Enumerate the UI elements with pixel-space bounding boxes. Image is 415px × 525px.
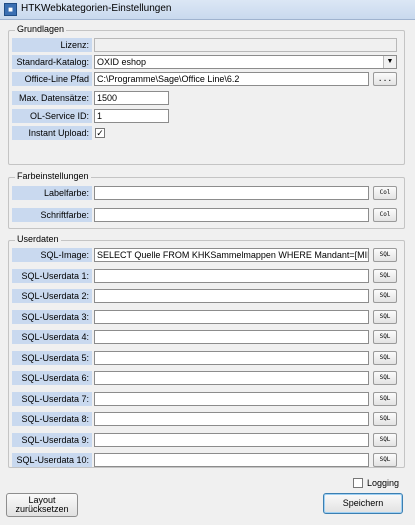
userdata-sql-button[interactable]: SQL [373, 310, 397, 324]
app-icon: ■ [4, 3, 17, 16]
userdata-label: SQL-Userdata 10: [12, 453, 92, 467]
userdata-label: SQL-Userdata 8: [12, 412, 92, 426]
katalog-value: OXID eshop [97, 57, 147, 67]
window-title: HTKWebkategorien-Einstellungen [21, 3, 172, 14]
userdata-sql-button[interactable]: SQL [373, 371, 397, 385]
schriftfarbe-input[interactable] [94, 208, 369, 222]
lizenz-label: Lizenz: [12, 38, 92, 52]
userdata-label: SQL-Userdata 3: [12, 310, 92, 324]
userdata-label: SQL-Userdata 7: [12, 392, 92, 406]
pfad-label: Office-Line Pfad [12, 72, 92, 86]
userdata-input[interactable] [94, 412, 369, 426]
userdata-input[interactable] [94, 453, 369, 467]
userdata-input[interactable] [94, 392, 369, 406]
logging-checkbox[interactable] [353, 478, 363, 488]
userdata-input[interactable] [94, 289, 369, 303]
labelfarbe-label: Labelfarbe: [12, 186, 92, 200]
userdata-sql-button[interactable]: SQL [373, 412, 397, 426]
layout-reset-line2: zurücksetzen [15, 504, 69, 514]
userdata-label: SQL-Userdata 4: [12, 330, 92, 344]
userdata-sql-button[interactable]: SQL [373, 289, 397, 303]
logging-label: Logging [367, 478, 400, 488]
instant-upload-checkbox[interactable]: ✓ [95, 128, 105, 138]
userdata-input[interactable] [94, 371, 369, 385]
userdata-sql-button[interactable]: SQL [373, 269, 397, 283]
max-datensaetze-input[interactable]: 1500 [94, 91, 169, 105]
userdata-label: SQL-Userdata 1: [12, 269, 92, 283]
userdata-sql-button[interactable]: SQL [373, 248, 397, 262]
labelfarbe-input[interactable] [94, 186, 369, 200]
title-bar: ■ HTKWebkategorien-Einstellungen [0, 0, 415, 20]
userdata-input[interactable] [94, 269, 369, 283]
userdata-label: SQL-Userdata 9: [12, 433, 92, 447]
lizenz-field [94, 38, 397, 52]
group-userdaten-legend: Userdaten [15, 234, 61, 244]
save-button[interactable]: Speichern [323, 493, 403, 514]
userdata-input[interactable] [94, 310, 369, 324]
service-id-label: OL-Service ID: [12, 109, 92, 123]
userdata-sql-button[interactable]: SQL [373, 392, 397, 406]
max-datensaetze-label: Max. Datensätze: [12, 91, 92, 105]
labelfarbe-color-button[interactable]: Col [373, 186, 397, 200]
userdata-label: SQL-Userdata 2: [12, 289, 92, 303]
userdata-label: SQL-Image: [12, 248, 92, 262]
schriftfarbe-label: Schriftfarbe: [12, 208, 92, 222]
userdata-sql-button[interactable]: SQL [373, 433, 397, 447]
group-grundlagen-legend: Grundlagen [15, 24, 67, 34]
userdata-label: SQL-Userdata 6: [12, 371, 92, 385]
group-farbeinstellungen-legend: Farbeinstellungen [15, 171, 91, 181]
userdata-input[interactable] [94, 330, 369, 344]
chevron-down-icon[interactable]: ▼ [383, 56, 396, 68]
katalog-select[interactable]: OXID eshop ▼ [94, 55, 397, 69]
pfad-input[interactable]: C:\Programme\Sage\Office Line\6.2 [94, 72, 369, 86]
instant-upload-label: Instant Upload: [12, 126, 92, 140]
userdata-sql-button[interactable]: SQL [373, 453, 397, 467]
userdata-sql-button[interactable]: SQL [373, 351, 397, 365]
userdata-sql-button[interactable]: SQL [373, 330, 397, 344]
userdata-input[interactable] [94, 351, 369, 365]
schriftfarbe-color-button[interactable]: Col [373, 208, 397, 222]
pfad-browse-button[interactable]: ... [373, 72, 397, 86]
userdata-input[interactable]: SELECT Quelle FROM KHKSammelmappen WHERE… [94, 248, 369, 262]
katalog-label: Standard-Katalog: [12, 55, 92, 69]
service-id-input[interactable]: 1 [94, 109, 169, 123]
layout-reset-button[interactable]: Layout zurücksetzen [6, 493, 78, 517]
userdata-input[interactable] [94, 433, 369, 447]
userdata-label: SQL-Userdata 5: [12, 351, 92, 365]
